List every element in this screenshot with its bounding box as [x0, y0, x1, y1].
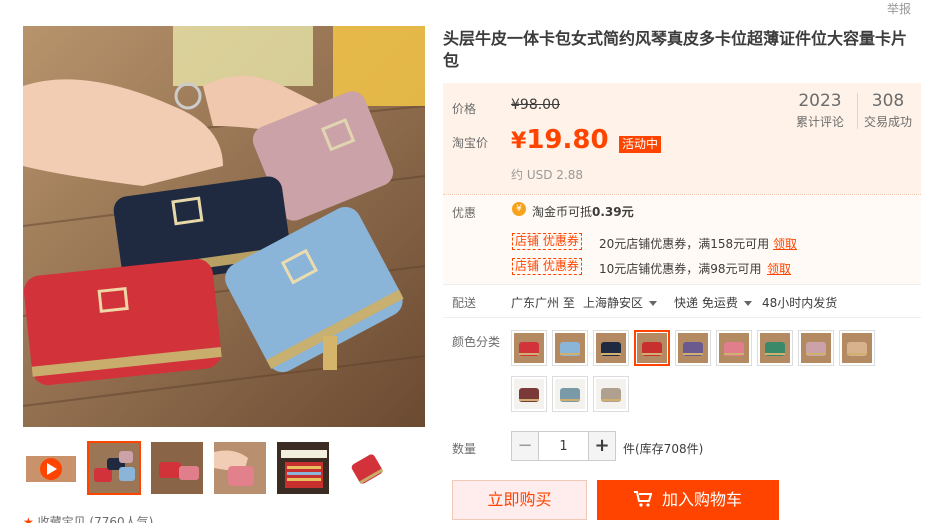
video-thumbnail-image: [24, 442, 76, 494]
color-swatch[interactable]: [552, 376, 588, 412]
color-swatch-image: [596, 333, 626, 363]
thumbnail-image: [151, 442, 203, 494]
claim-coupon-link[interactable]: 领取: [767, 260, 791, 277]
color-swatch[interactable]: [839, 330, 875, 366]
claim-coupon-link[interactable]: 领取: [773, 235, 797, 252]
review-count: 2023: [798, 91, 842, 111]
coin-offer-text: 淘金币可抵0.39元: [532, 203, 634, 220]
quantity-label: 数量: [452, 442, 477, 456]
color-swatch[interactable]: [675, 330, 711, 366]
thumbnail-video[interactable]: [23, 441, 77, 495]
coin-icon: ¥: [512, 202, 526, 216]
currency-symbol: ¥: [511, 129, 527, 154]
color-swatch[interactable]: [511, 330, 547, 366]
color-swatch[interactable]: [757, 330, 793, 366]
thumbnail-image: [214, 442, 266, 494]
price-label: 价格: [452, 102, 477, 116]
price-value: 19.80: [526, 125, 609, 155]
coupon-tag: 店铺 优惠券: [512, 258, 582, 275]
stock-info: 件(库存708件): [623, 442, 704, 456]
main-product-image[interactable]: [23, 26, 425, 427]
color-swatch-image: [596, 379, 626, 409]
chevron-down-icon: [649, 301, 658, 306]
quantity-increase-button[interactable]: +: [588, 431, 616, 461]
dispatch-time: 48小时内发货: [762, 296, 838, 310]
review-count-label: 累计评论: [795, 115, 844, 129]
color-swatch[interactable]: [716, 330, 752, 366]
thumbnail-strip: [23, 441, 425, 497]
color-swatch-image: [555, 333, 585, 363]
coin-offer-label: 淘金币可抵: [532, 205, 593, 219]
star-icon: ★: [23, 515, 34, 523]
product-photo-illustration: [23, 26, 425, 427]
color-swatch-image: [719, 333, 749, 363]
coupon-tag: 店铺 优惠券: [512, 233, 582, 250]
color-swatch-image: [801, 333, 831, 363]
color-swatch-image: [637, 333, 667, 363]
color-swatch-image: [760, 333, 790, 363]
thumbnail-image: [277, 442, 329, 494]
ship-method-select[interactable]: 快递 免运费: [674, 294, 752, 311]
favorite-link[interactable]: ★ 收藏宝贝 (7760人气): [23, 513, 153, 523]
review-count-stat[interactable]: 2023 累计评论: [790, 91, 850, 130]
color-swatch-image: [514, 379, 544, 409]
product-title: 头层牛皮一体卡包女式简约风琴真皮多卡位超薄证件位大容量卡片包: [443, 29, 908, 70]
coupon-description: 20元店铺优惠券，满158元可用: [599, 237, 770, 251]
thumbnail-2[interactable]: [150, 441, 204, 495]
color-swatch-image: [514, 333, 544, 363]
color-swatch[interactable]: [593, 376, 629, 412]
add-to-cart-label: 加入购物车: [661, 490, 742, 509]
offers-panel: 优惠 ¥ 淘金币可抵0.39元 店铺 优惠券 20元店铺优惠券，满158元可用 …: [443, 194, 921, 284]
color-swatch[interactable]: [593, 330, 629, 366]
thumbnail-image: [340, 442, 392, 494]
original-price: ¥98.00: [511, 97, 560, 113]
shipping-label: 配送: [452, 296, 477, 310]
color-swatch[interactable]: [634, 330, 670, 366]
taobao-price: ¥19.80: [511, 125, 609, 155]
cart-icon: [633, 491, 652, 507]
coin-offer-amount: 0.39元: [592, 205, 634, 219]
color-swatch-image: [842, 333, 872, 363]
ship-to-select[interactable]: 上海静安区: [583, 294, 658, 311]
favorite-label: 收藏宝贝 (7760人气): [37, 515, 154, 523]
sales-count-stat[interactable]: 308 交易成功: [858, 91, 918, 130]
chevron-down-icon: [743, 301, 752, 306]
product-detail-page: ★ 收藏宝贝 (7760人气) 举报 头层牛皮一体卡包女式简约风琴真皮多卡位超薄…: [0, 0, 934, 523]
taobao-price-label: 淘宝价: [452, 136, 489, 150]
sales-count: 308: [871, 91, 905, 111]
quantity-input[interactable]: [539, 431, 588, 461]
report-link[interactable]: 举报: [887, 0, 911, 17]
quantity-decrease-button[interactable]: −: [511, 431, 539, 461]
add-to-cart-button[interactable]: 加入购物车: [597, 480, 779, 520]
color-swatch-image: [678, 333, 708, 363]
thumbnail-3[interactable]: [213, 441, 267, 495]
thumbnail-5[interactable]: [339, 441, 393, 495]
promo-badge: 活动中: [619, 136, 662, 153]
shipping-row: 配送 广东广州 至 上海静安区 快递 免运费 48小时内发货: [443, 284, 921, 318]
thumbnail-4[interactable]: [276, 441, 330, 495]
price-panel: 价格 ¥98.00 淘宝价 ¥19.80 活动中 约 USD 2.88 2023…: [443, 83, 921, 194]
ship-to-value: 上海静安区: [583, 296, 644, 310]
ship-method-value: 快递 免运费: [674, 296, 738, 310]
thumbnail-1[interactable]: [87, 441, 141, 495]
color-swatch[interactable]: [511, 376, 547, 412]
ship-from: 广东广州 至: [511, 296, 575, 310]
color-swatch[interactable]: [798, 330, 834, 366]
thumbnail-image: [89, 443, 139, 493]
color-swatch-image: [555, 379, 585, 409]
offers-label: 优惠: [452, 206, 477, 220]
sales-count-label: 交易成功: [863, 115, 912, 129]
coupon-description: 10元店铺优惠券，满98元可用: [599, 262, 762, 276]
usd-price: 约 USD 2.88: [511, 168, 583, 182]
color-swatch[interactable]: [552, 330, 588, 366]
color-label: 颜色分类: [452, 335, 501, 349]
buy-now-button[interactable]: 立即购买: [452, 480, 587, 520]
